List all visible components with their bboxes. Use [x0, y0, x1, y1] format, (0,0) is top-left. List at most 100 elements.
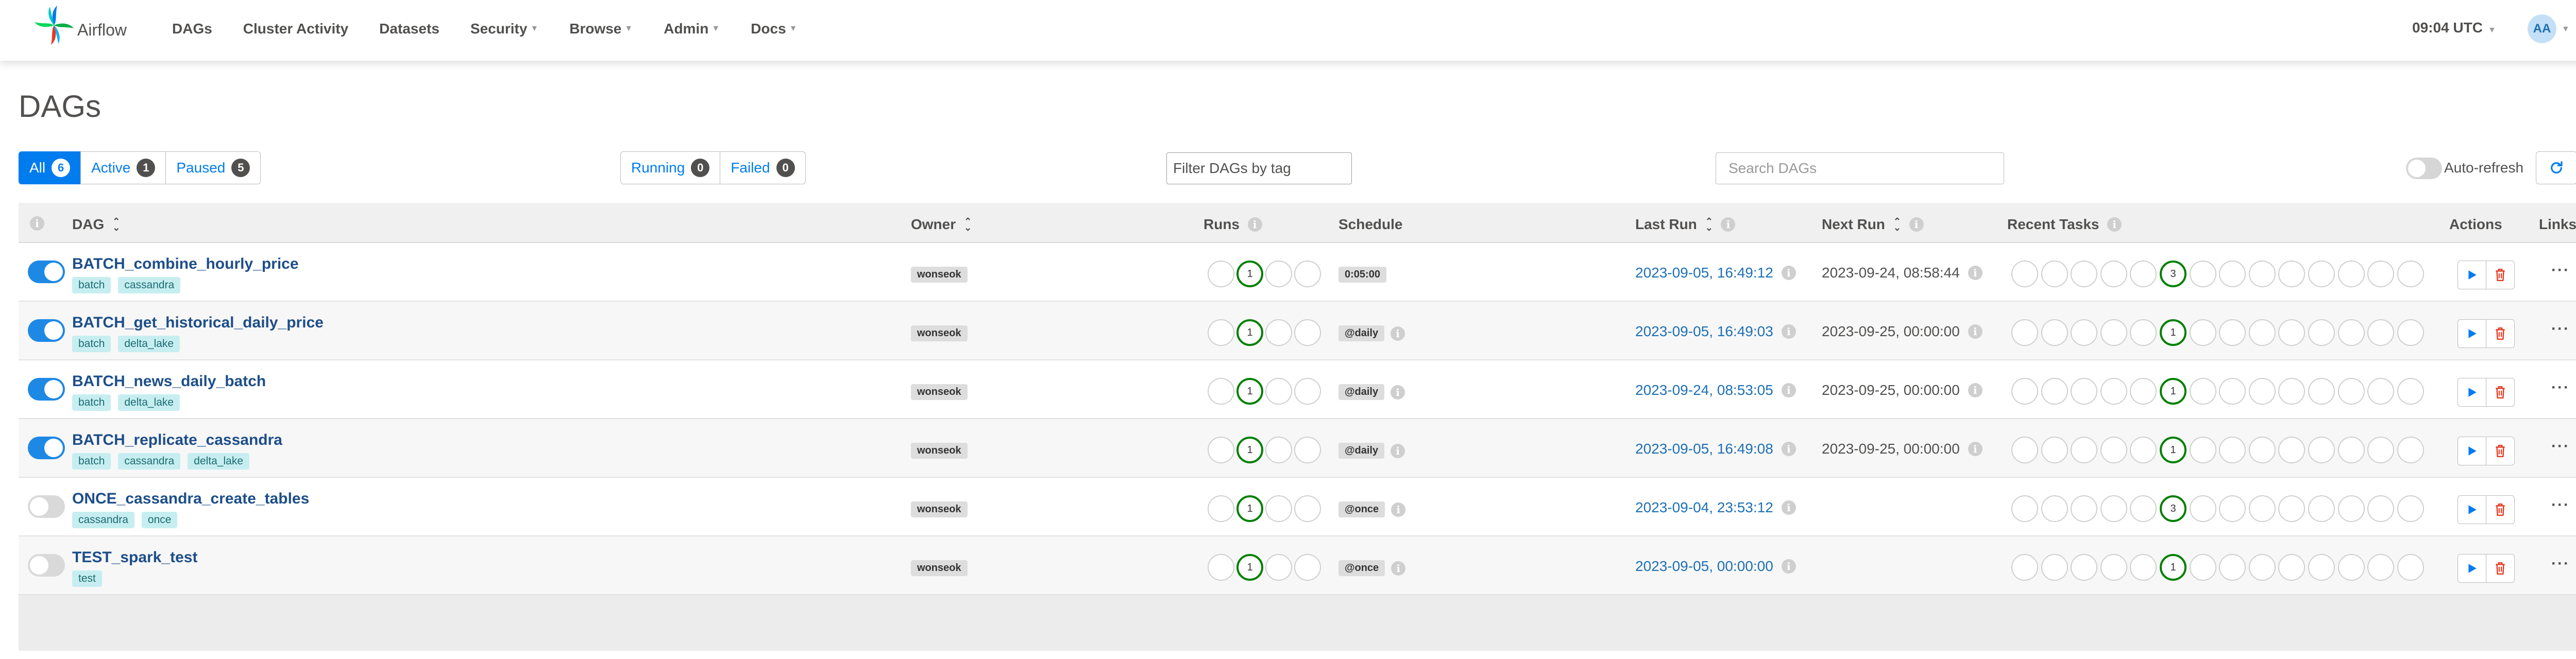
info-icon[interactable]: i	[1391, 502, 1406, 517]
dag-id-link[interactable]: BATCH_news_daily_batch	[72, 373, 266, 390]
dag-tag[interactable]: delta_lake	[118, 336, 180, 352]
schedule-badge[interactable]: @daily	[1338, 325, 1385, 341]
dag-tag[interactable]: batch	[72, 453, 111, 470]
dag-tag[interactable]: delta_lake	[118, 394, 180, 411]
auto-refresh-toggle[interactable]	[2406, 158, 2442, 179]
trigger-dag-button[interactable]	[2458, 554, 2486, 583]
delete-dag-button[interactable]	[2486, 319, 2515, 348]
chevron-down-icon[interactable]: ▼	[2562, 25, 2570, 34]
info-icon[interactable]: i	[1968, 383, 1982, 397]
owner-badge[interactable]: wonseok	[911, 501, 968, 517]
delete-dag-button[interactable]	[2486, 437, 2515, 465]
airflow-logo[interactable]: Airflow	[31, 3, 139, 47]
dag-id-link[interactable]: BATCH_combine_hourly_price	[72, 255, 299, 273]
dag-tag[interactable]: cassandra	[118, 277, 181, 293]
dag-tag[interactable]: batch	[72, 277, 111, 293]
header-owner[interactable]: Owner ⌃ ⌄	[911, 216, 972, 233]
task-status-success[interactable]: 1	[2160, 554, 2187, 581]
last-run-link[interactable]: 2023-09-05, 16:49:12	[1635, 265, 1773, 281]
user-avatar[interactable]: AA	[2528, 14, 2556, 43]
dag-tag[interactable]: test	[72, 570, 102, 587]
dag-pause-toggle[interactable]	[28, 261, 65, 283]
last-run-link[interactable]: 2023-09-05, 00:00:00	[1635, 558, 1773, 575]
delete-dag-button[interactable]	[2486, 554, 2515, 583]
last-run-link[interactable]: 2023-09-05, 16:49:03	[1635, 323, 1773, 340]
owner-badge[interactable]: wonseok	[911, 267, 968, 283]
nav-cluster-activity[interactable]: Cluster Activity	[243, 21, 348, 37]
trigger-dag-button[interactable]	[2458, 495, 2486, 524]
schedule-badge[interactable]: 0:05:00	[1338, 267, 1386, 283]
nav-datasets[interactable]: Datasets	[379, 21, 439, 37]
info-icon[interactable]: i	[1968, 266, 1982, 280]
more-icon[interactable]: ···	[2551, 496, 2570, 514]
info-icon[interactable]: i	[1781, 324, 1796, 339]
owner-badge[interactable]: wonseok	[911, 443, 968, 459]
schedule-badge[interactable]: @daily	[1338, 384, 1385, 400]
info-icon[interactable]: i	[1781, 559, 1796, 574]
trigger-dag-button[interactable]	[2458, 261, 2486, 289]
run-status-success[interactable]: 1	[1236, 319, 1263, 346]
owner-badge[interactable]: wonseok	[911, 325, 968, 341]
info-icon[interactable]: i	[1391, 561, 1406, 576]
nav-docs[interactable]: Docs ▼	[751, 21, 797, 37]
last-run-link[interactable]: 2023-09-04, 23:53:12	[1635, 499, 1773, 516]
nav-dags[interactable]: DAGs	[172, 21, 212, 37]
info-icon[interactable]: i	[1781, 383, 1796, 397]
info-icon[interactable]: i	[1391, 443, 1405, 458]
trigger-dag-button[interactable]	[2458, 437, 2486, 465]
more-icon[interactable]: ···	[2551, 262, 2570, 279]
nav-security[interactable]: Security ▼	[470, 21, 538, 37]
info-icon[interactable]: i	[1391, 385, 1405, 400]
schedule-badge[interactable]: @once	[1338, 560, 1385, 576]
header-next-run[interactable]: Next Run ⌃ ⌄ i	[1822, 216, 1924, 233]
timezone-selector[interactable]: 09:04 UTC ▼	[2412, 20, 2496, 36]
schedule-badge[interactable]: @daily	[1338, 443, 1385, 459]
nav-browse[interactable]: Browse ▼	[569, 21, 633, 37]
info-icon[interactable]: i	[1781, 266, 1796, 280]
info-icon[interactable]: i	[1781, 442, 1796, 456]
more-icon[interactable]: ···	[2551, 379, 2570, 396]
owner-badge[interactable]: wonseok	[911, 560, 968, 576]
owner-badge[interactable]: wonseok	[911, 384, 968, 400]
dag-pause-toggle[interactable]	[28, 554, 65, 577]
dag-id-link[interactable]: BATCH_replicate_cassandra	[72, 431, 282, 449]
delete-dag-button[interactable]	[2486, 495, 2515, 524]
header-last-run[interactable]: Last Run ⌃ ⌄ i	[1635, 216, 1736, 233]
dag-tag[interactable]: cassandra	[72, 512, 134, 528]
last-run-link[interactable]: 2023-09-24, 08:53:05	[1635, 382, 1773, 398]
trigger-dag-button[interactable]	[2458, 319, 2486, 348]
filter-active-button[interactable]: Active 1	[80, 151, 166, 184]
run-status-success[interactable]: 1	[1236, 378, 1263, 405]
task-status-success[interactable]: 1	[2160, 437, 2187, 463]
search-dags-input[interactable]: Search DAGs	[1716, 152, 2004, 184]
delete-dag-button[interactable]	[2486, 261, 2515, 289]
dag-tag[interactable]: cassandra	[118, 453, 181, 470]
filter-all-button[interactable]: All 6	[19, 151, 81, 184]
dag-tag[interactable]: batch	[72, 394, 111, 411]
trigger-dag-button[interactable]	[2458, 378, 2486, 407]
dag-tag[interactable]: once	[141, 512, 178, 528]
delete-dag-button[interactable]	[2486, 378, 2515, 407]
task-status-success[interactable]: 1	[2160, 319, 2187, 346]
more-icon[interactable]: ···	[2551, 320, 2570, 338]
task-status-success[interactable]: 1	[2160, 378, 2187, 405]
filter-paused-button[interactable]: Paused 5	[165, 151, 261, 184]
task-status-success[interactable]: 3	[2160, 261, 2187, 287]
info-icon[interactable]: i	[1968, 442, 1982, 456]
tag-filter-input[interactable]: Filter DAGs by tag	[1166, 152, 1352, 184]
paused-info-icon[interactable]: i	[30, 216, 44, 231]
header-dag[interactable]: DAG ⌃ ⌄	[72, 216, 120, 233]
info-icon[interactable]: i	[1391, 326, 1405, 341]
dag-pause-toggle[interactable]	[28, 319, 65, 342]
run-status-success[interactable]: 1	[1236, 495, 1263, 522]
run-status-success[interactable]: 1	[1236, 437, 1263, 463]
info-icon[interactable]: i	[1781, 500, 1796, 515]
dag-tag[interactable]: batch	[72, 336, 111, 352]
dag-pause-toggle[interactable]	[28, 495, 65, 518]
run-status-success[interactable]: 1	[1236, 261, 1263, 287]
dag-id-link[interactable]: TEST_spark_test	[72, 549, 197, 566]
last-run-link[interactable]: 2023-09-05, 16:49:08	[1635, 441, 1773, 457]
filter-running-button[interactable]: Running 0	[620, 151, 721, 184]
dag-id-link[interactable]: ONCE_cassandra_create_tables	[72, 490, 309, 508]
dag-id-link[interactable]: BATCH_get_historical_daily_price	[72, 314, 324, 332]
